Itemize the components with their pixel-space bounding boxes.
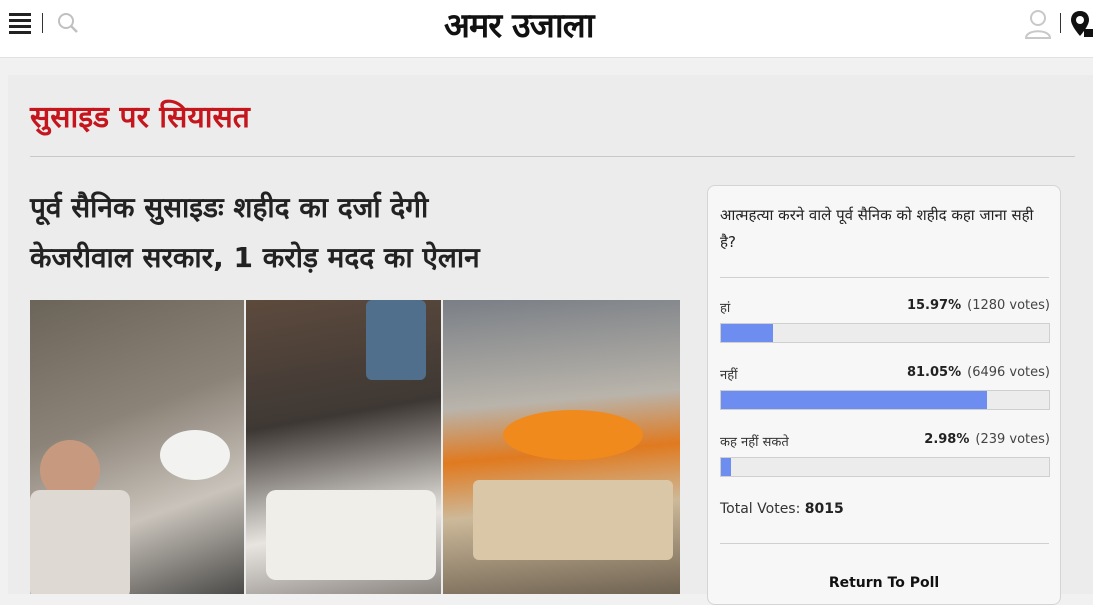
poll-option-votes: (6496 votes) [967, 365, 1050, 380]
poll-option-percent: 2.98% [924, 432, 970, 447]
poll-question: आत्महत्या करने वाले पूर्व सैनिक को शहीद … [720, 206, 1034, 251]
article-photo-3 [443, 300, 680, 594]
site-logo[interactable]: अमर उजाला [444, 1, 595, 47]
return-to-poll-link[interactable]: Return To Poll [708, 575, 1060, 591]
poll-option-label: कह नहीं सकते [720, 435, 789, 450]
poll-option-bar [720, 390, 1050, 410]
poll-option-bar [720, 323, 1050, 343]
header-divider [42, 13, 43, 33]
total-votes-label: Total Votes: [720, 501, 801, 517]
header-divider-right [1060, 13, 1061, 33]
article-photo-1 [30, 300, 244, 594]
section-title[interactable]: सुसाइड पर सियासत [30, 95, 250, 136]
poll-widget: आत्महत्या करने वाले पूर्व सैनिक को शहीद … [707, 185, 1061, 605]
poll-option-bar-fill [721, 324, 774, 342]
poll-option-stats: 2.98% (239 votes) [924, 432, 1050, 447]
poll-option-stats: 15.97% (1280 votes) [907, 298, 1050, 313]
poll-option-label: हां [720, 301, 731, 316]
poll-separator [720, 277, 1049, 278]
top-navigation-bar: अमर उजाला [0, 0, 1093, 58]
poll-total-votes: Total Votes: 8015 [720, 501, 844, 517]
section-divider [30, 156, 1075, 157]
headline-line-2: केजरीवाल सरकार, 1 करोड़ मदद का ऐलान [30, 241, 480, 274]
poll-option-bar [720, 457, 1050, 477]
main-content: सुसाइड पर सियासत पूर्व सैनिक सुसाइडः शही… [8, 75, 1093, 605]
poll-option-percent: 81.05% [906, 365, 962, 380]
article-photo-2 [246, 300, 441, 594]
poll-option-bar-fill [721, 458, 731, 476]
headline-line-1: पूर्व सैनिक सुसाइडः शहीद का दर्जा देगी [30, 191, 429, 224]
total-votes-value: 8015 [804, 501, 844, 517]
poll-option-votes: (1280 votes) [967, 298, 1050, 313]
search-icon[interactable] [57, 12, 79, 34]
poll-option-votes: (239 votes) [975, 432, 1050, 447]
user-icon[interactable] [1024, 9, 1052, 39]
article-image-collage[interactable] [30, 300, 680, 594]
poll-separator [720, 543, 1049, 544]
poll-option-stats: 81.05% (6496 votes) [907, 365, 1050, 380]
poll-option-percent: 15.97% [906, 298, 962, 313]
poll-option-label: नहीं [720, 368, 738, 383]
article-headline[interactable]: पूर्व सैनिक सुसाइडः शहीद का दर्जा देगी क… [30, 183, 650, 283]
poll-option-bar-fill [721, 391, 987, 409]
location-icon[interactable] [1070, 9, 1093, 39]
menu-icon[interactable] [9, 13, 31, 34]
